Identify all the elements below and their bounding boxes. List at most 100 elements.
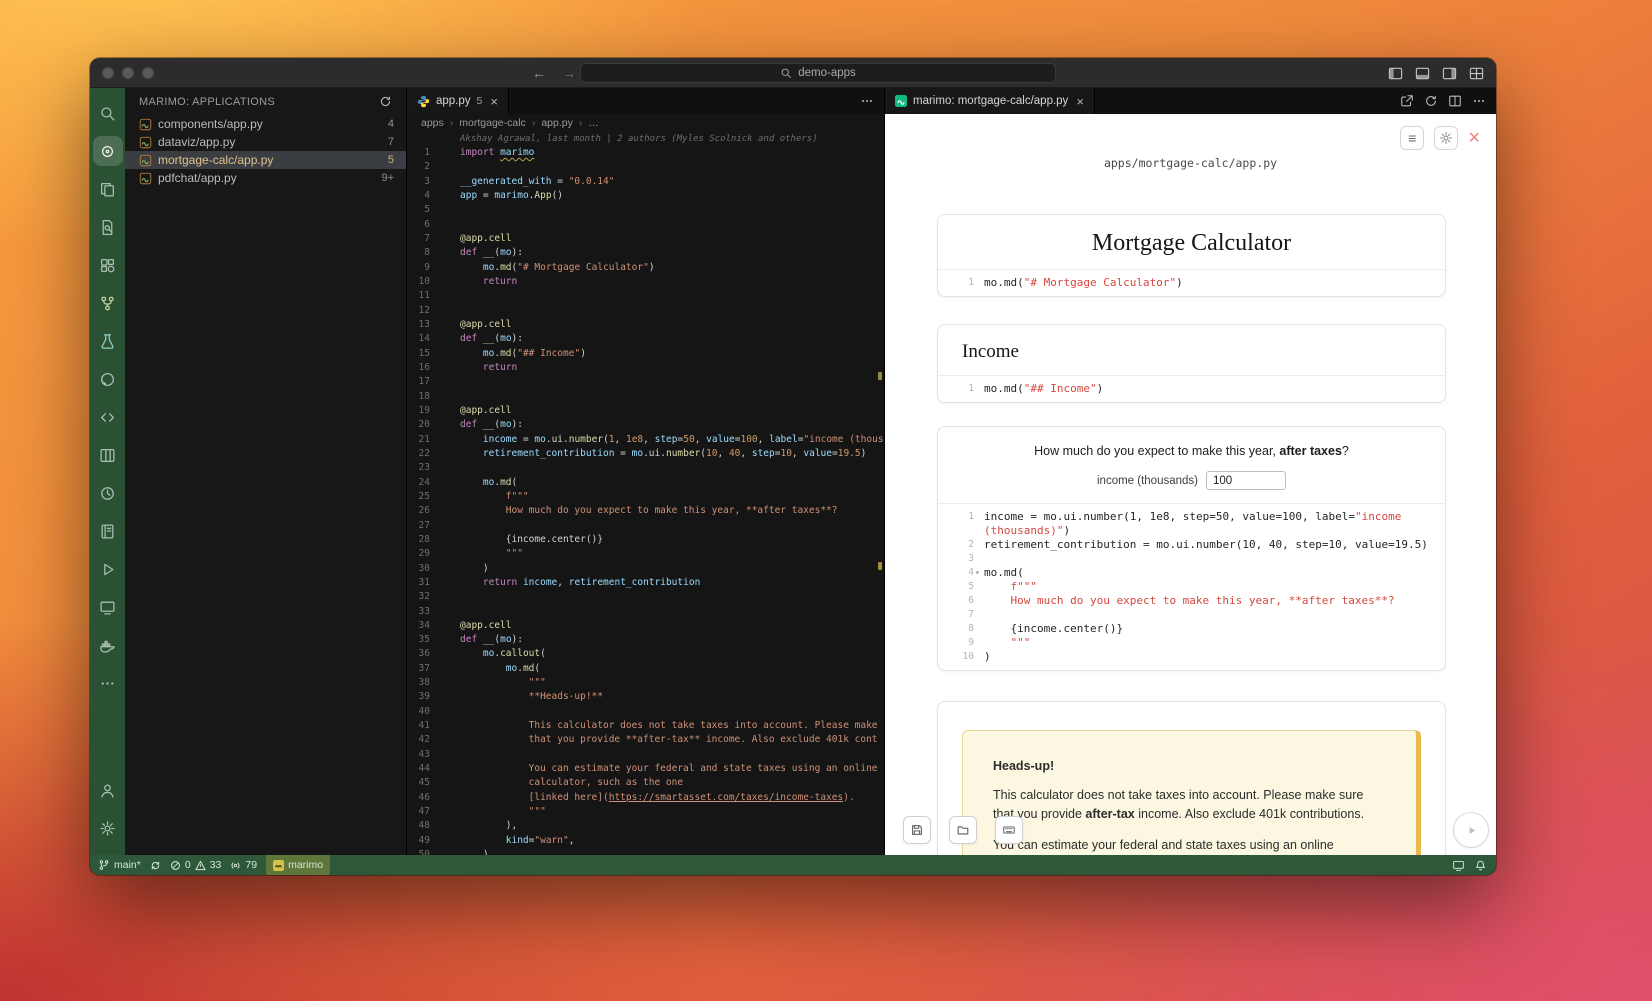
sync-icon [150,860,161,871]
code-line: 26 How much do you expect to make this y… [407,504,884,518]
tab-marimo-preview[interactable]: marimo: mortgage-calc/app.py × [885,88,1095,114]
activity-bar-notebook-icon[interactable] [93,512,123,550]
file-label: components/app.py [158,117,382,131]
code-line: 2retirement_contribution = mo.ui.number(… [948,538,1435,552]
activity-bar-preview-screen-icon[interactable] [93,588,123,626]
editor-screen-status[interactable] [1452,855,1465,875]
menu-icon[interactable]: ≡ [1400,126,1424,150]
activity-bar-account-icon[interactable] [93,771,123,809]
line-number: 39 [407,690,445,704]
income-input[interactable] [1206,471,1286,490]
play-icon [1464,823,1479,838]
sidebar-item-dataviz[interactable]: dataviz/app.py7 [125,133,406,151]
sync-status[interactable] [150,855,161,875]
notifications-bell-icon[interactable] [1475,855,1486,875]
breadcrumb-item[interactable]: apps [421,117,444,129]
breadcrumb-item[interactable]: … [588,117,599,129]
line-number: 5 [948,580,974,594]
code-line: 43 [407,748,884,762]
close-icon[interactable]: × [1076,94,1084,109]
breadcrumb-item[interactable]: app.py [541,117,573,129]
tab-app-py[interactable]: app.py 5 × [407,88,509,114]
close-window-button[interactable] [102,67,114,79]
error-icon [170,860,181,871]
activity-bar-marimo-apps-icon[interactable] [93,136,123,166]
gear-icon[interactable] [1434,126,1458,150]
toggle-primary-sidebar-icon[interactable] [1388,66,1403,81]
line-number: 36 [407,647,445,661]
line-number: 34 [407,619,445,633]
minimize-window-button[interactable] [122,67,134,79]
broadcast-status[interactable]: 79 [230,855,257,875]
activity-bar-history-icon[interactable] [93,474,123,512]
section-heading: Income [938,325,1445,375]
more-actions-icon[interactable] [1472,94,1486,108]
line-number: 9 [407,261,445,275]
activity-bar-settings-icon[interactable] [93,809,123,847]
toggle-secondary-sidebar-icon[interactable] [1442,66,1457,81]
search-value: demo-apps [798,67,856,79]
fold-chevron-icon[interactable]: ▾ [975,566,980,580]
activity-bar-code-brackets-icon[interactable] [93,398,123,436]
activity-bar-run-icon[interactable] [93,550,123,588]
open-external-icon[interactable] [1400,94,1414,108]
code-line: 9 mo.md("# Mortgage Calculator") [407,261,884,275]
forward-arrow-icon[interactable]: → [562,65,576,81]
command-center-search[interactable]: demo-apps [580,63,1056,83]
save-button[interactable] [903,816,931,844]
breadcrumb-item[interactable]: mortgage-calc [459,117,526,129]
sidebar-item-mortgage-calc[interactable]: mortgage-calc/app.py5 [125,151,406,169]
code-line: 1import marimo [407,146,884,160]
activity-bar-search-icon[interactable] [93,94,123,132]
line-number: 2 [948,538,974,552]
activity-bar-layout-columns-icon[interactable] [93,436,123,474]
sidebar-item-components[interactable]: components/app.py4 [125,115,406,133]
code-line: 7@app.cell [407,232,884,246]
history-nav: ← → [532,58,576,88]
activity-bar-more-icon[interactable] [93,664,123,702]
cell-card: How much do you expect to make this year… [937,426,1446,671]
activity-bar-source-control-icon[interactable] [93,284,123,322]
refresh-icon[interactable] [379,95,392,108]
line-number: 24 [407,476,445,490]
line-number: 32 [407,590,445,604]
activity-bar-doc-search-icon[interactable] [93,208,123,246]
problems-status[interactable]: 0 33 [170,855,222,875]
code-line: 8def __(mo): [407,246,884,260]
refresh-icon[interactable] [1424,94,1438,108]
code-line: 50 ) [407,848,884,855]
customize-layout-icon[interactable] [1469,66,1484,81]
marimo-status[interactable]: marimo [266,855,330,875]
sidebar: MARIMO: APPLICATIONS components/app.py4d… [125,88,407,855]
python-file-icon [417,95,430,108]
close-icon[interactable]: × [1468,128,1480,148]
activity-bar-github-icon[interactable] [93,360,123,398]
cell-code[interactable]: 1mo.md("# Mortgage Calculator") [938,269,1445,296]
line-number: 8 [948,622,974,636]
folder-button[interactable] [949,816,977,844]
cell-count-badge: 9+ [381,172,394,184]
sidebar-item-pdfchat[interactable]: pdfchat/app.py9+ [125,169,406,187]
line-number: 17 [407,375,445,389]
line-number: 19 [407,404,445,418]
activity-bar-docker-icon[interactable] [93,626,123,664]
code-editor[interactable]: Akshay Agrawal, last month | 2 authors (… [407,132,884,855]
activity-bar-explorer-icon[interactable] [93,170,123,208]
back-arrow-icon[interactable]: ← [532,65,546,81]
split-editor-icon[interactable] [1448,94,1462,108]
cell-code[interactable]: 1mo.md("## Income") [938,375,1445,402]
more-actions-icon[interactable] [860,94,874,108]
zoom-window-button[interactable] [142,67,154,79]
run-button[interactable] [1453,812,1489,848]
toggle-panel-icon[interactable] [1415,66,1430,81]
git-branch-status[interactable]: main* [98,855,141,875]
line-number: 46 [407,791,445,805]
keyboard-shortcuts-button[interactable] [995,816,1023,844]
code-line: 7 [948,608,1435,622]
activity-bar-beaker-icon[interactable] [93,322,123,360]
cell-card: Mortgage Calculator 1mo.md("# Mortgage C… [937,214,1446,297]
cell-code[interactable]: 1income = mo.ui.number(1, 1e8, step=50, … [938,503,1445,670]
activity-bar-shapes-icon[interactable] [93,246,123,284]
line-number: 15 [407,347,445,361]
close-icon[interactable]: × [490,94,498,109]
